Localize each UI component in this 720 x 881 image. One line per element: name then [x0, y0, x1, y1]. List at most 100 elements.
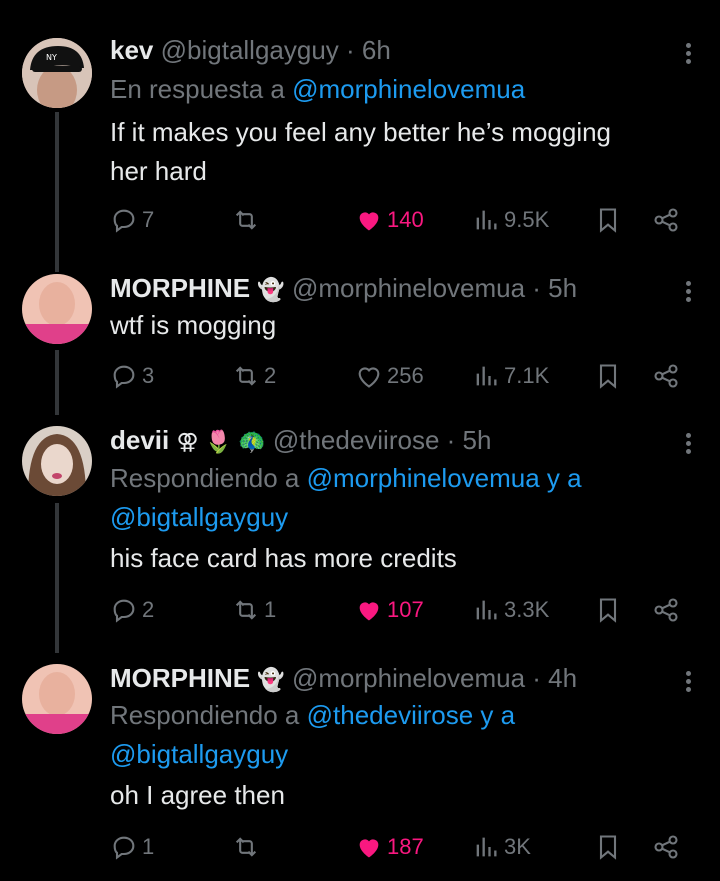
bookmark-button[interactable] — [594, 358, 622, 394]
retweet-icon — [235, 837, 257, 857]
tweet-text: his face card has more credits — [110, 539, 680, 578]
retweet-button[interactable] — [232, 202, 264, 238]
reply-icon — [113, 365, 135, 389]
reply-context: Respondiendo a @thedeviirose y a @bigtal… — [110, 696, 680, 774]
like-count: 107 — [387, 597, 424, 622]
retweet-count: 2 — [264, 363, 277, 388]
reply-context: Respondiendo a @morphinelovemua y a @big… — [110, 459, 680, 537]
action-bar: 7 140 9.5K — [0, 202, 720, 238]
views-button[interactable]: 7.1K — [472, 358, 549, 394]
tweet-time[interactable]: · 4h — [532, 663, 577, 693]
tweet-text-line: oh I agree then — [110, 780, 285, 810]
tweet[interactable]: devii ⚢ 🌷 🦚 @thedeviirose · 5h Respondie… — [0, 410, 720, 652]
ghost-badge-icon: 👻 — [257, 277, 285, 302]
author-handle[interactable]: @morphinelovemua — [292, 663, 525, 693]
tweet[interactable]: NY kev @bigtallgayguy · 6h En respuesta … — [0, 0, 720, 260]
avatar[interactable] — [22, 664, 92, 734]
like-button[interactable]: 256 — [355, 358, 424, 394]
reply-target-link[interactable]: @morphinelovemua — [292, 74, 525, 104]
share-button[interactable] — [652, 829, 680, 865]
tweet-text: wtf is mogging — [110, 306, 680, 345]
reply-button[interactable]: 3 — [110, 358, 154, 394]
reply-target-link[interactable]: @bigtallgayguy — [110, 498, 680, 537]
tweet[interactable]: MORPHINE 👻 @morphinelovemua · 4h Respond… — [0, 652, 720, 881]
retweet-count: 1 — [264, 597, 277, 622]
author-name[interactable]: MORPHINE — [110, 663, 250, 693]
share-icon — [654, 364, 678, 388]
avatar[interactable] — [22, 426, 92, 496]
reply-button[interactable]: 1 — [110, 829, 154, 865]
tweet-time[interactable]: · 6h — [346, 35, 391, 65]
reply-count: 7 — [142, 207, 155, 232]
views-icon — [476, 210, 497, 230]
share-icon — [654, 208, 678, 232]
tweet-text: If it makes you feel any better he’s mog… — [110, 113, 680, 191]
views-icon — [476, 600, 497, 620]
like-count: 140 — [387, 207, 424, 232]
author-handle[interactable]: @thedeviirose — [273, 425, 440, 455]
author-name[interactable]: kev — [110, 35, 153, 65]
reply-target-link[interactable]: @thedeviirose y a — [307, 700, 516, 730]
bookmark-icon — [599, 208, 617, 233]
share-button[interactable] — [652, 358, 680, 394]
share-icon — [654, 835, 678, 859]
tweet[interactable]: MORPHINE 👻 @morphinelovemua · 5h wtf is … — [0, 260, 720, 410]
emoji-badges: ⚢ 🌷 🦚 — [176, 429, 266, 454]
reply-prefix: Respondiendo a — [110, 700, 300, 730]
reply-icon — [113, 209, 135, 233]
bookmark-icon — [599, 364, 617, 389]
tweet-text: oh I agree then — [110, 776, 680, 815]
reply-target-link[interactable]: @bigtallgayguy — [110, 735, 680, 774]
reply-count: 3 — [142, 363, 155, 388]
share-button[interactable] — [652, 592, 680, 628]
author-handle[interactable]: @bigtallgayguy — [161, 35, 339, 65]
reply-prefix: Respondiendo a — [110, 463, 300, 493]
views-count: 3.3K — [504, 597, 550, 622]
retweet-icon — [235, 366, 257, 386]
share-icon — [654, 598, 678, 622]
views-icon — [476, 837, 497, 857]
action-bar: 3 2 256 7.1K — [0, 358, 720, 394]
ghost-badge-icon: 👻 — [257, 667, 285, 692]
views-button[interactable]: 3.3K — [472, 592, 549, 628]
more-icon[interactable] — [684, 278, 692, 305]
reply-count: 2 — [142, 597, 155, 622]
more-icon[interactable] — [684, 668, 692, 695]
heart-icon — [359, 839, 379, 858]
views-count: 7.1K — [504, 363, 550, 388]
tweet-time[interactable]: · 5h — [447, 425, 492, 455]
reply-prefix: En respuesta a — [110, 74, 285, 104]
tweet-time[interactable]: · 5h — [532, 273, 577, 303]
like-button[interactable]: 187 — [355, 829, 424, 865]
views-button[interactable]: 9.5K — [472, 202, 549, 238]
tweet-text-line: If it makes you feel any better he’s mog… — [110, 117, 612, 147]
more-icon[interactable] — [684, 40, 692, 67]
reply-button[interactable]: 7 — [110, 202, 154, 238]
author-name[interactable]: MORPHINE — [110, 273, 250, 303]
reply-count: 1 — [142, 834, 155, 859]
action-bar: 2 1 107 3.3K — [0, 592, 720, 628]
like-button[interactable]: 140 — [355, 202, 424, 238]
like-count: 187 — [387, 834, 424, 859]
bookmark-button[interactable] — [594, 202, 622, 238]
heart-icon — [359, 212, 379, 231]
reply-icon — [113, 599, 135, 623]
like-button[interactable]: 107 — [355, 592, 424, 628]
reply-button[interactable]: 2 — [110, 592, 154, 628]
avatar[interactable] — [22, 274, 92, 344]
retweet-button[interactable]: 1 — [232, 592, 276, 628]
retweet-button[interactable] — [232, 829, 264, 865]
author-handle[interactable]: @morphinelovemua — [292, 273, 525, 303]
svg-text:NY: NY — [46, 53, 57, 62]
reply-target-link[interactable]: @morphinelovemua y a — [307, 463, 582, 493]
more-icon[interactable] — [684, 430, 692, 457]
views-button[interactable]: 3K — [472, 829, 531, 865]
retweet-button[interactable]: 2 — [232, 358, 276, 394]
bookmark-button[interactable] — [594, 829, 622, 865]
share-button[interactable] — [652, 202, 680, 238]
author-name[interactable]: devii — [110, 425, 169, 455]
avatar[interactable]: NY — [22, 38, 92, 108]
reply-context: En respuesta a @morphinelovemua — [110, 70, 680, 109]
heart-icon — [358, 367, 380, 388]
bookmark-button[interactable] — [594, 592, 622, 628]
